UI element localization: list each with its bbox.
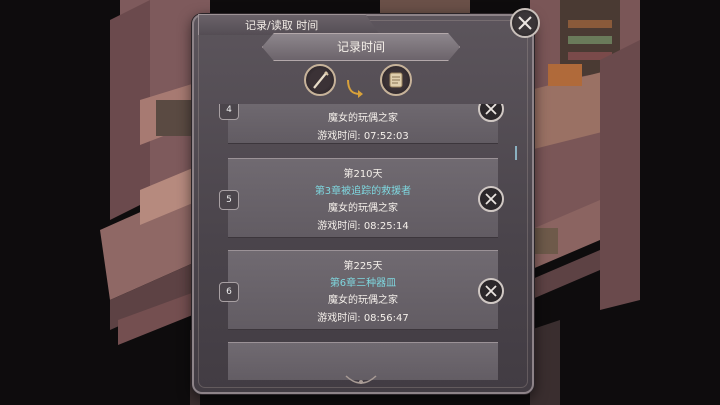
slot-number: 6 <box>219 282 239 302</box>
delete-slot-button[interactable] <box>478 104 504 122</box>
dialog-tab: 记录/读取 时间 <box>198 14 380 35</box>
load-mode-button[interactable] <box>380 64 412 96</box>
delete-slot-button[interactable] <box>478 278 504 304</box>
dialog-tab-title: 记录/读取 时间 <box>245 19 319 32</box>
save-slot-list[interactable]: 魔女的玩偶之家 游戏时间: 07:52:03 4 第210天 第3章被追踪的救援… <box>206 104 514 380</box>
delete-icon <box>485 193 497 205</box>
delete-icon <box>485 285 497 297</box>
quill-icon <box>313 71 329 89</box>
delete-slot-button[interactable] <box>478 186 504 212</box>
header-title: 记录时间 <box>336 40 385 54</box>
close-button[interactable] <box>510 8 540 38</box>
slot-chapter: 第6章三种器皿 <box>329 278 397 289</box>
scroll-icon <box>389 72 403 88</box>
close-icon <box>518 16 532 30</box>
save-slot[interactable]: 第210天 第3章被追踪的救援者 魔女的玩偶之家 游戏时间: 08:25:14 <box>228 158 498 238</box>
slot-location: 魔女的玩偶之家 <box>328 113 398 124</box>
slot-playtime: 游戏时间: 08:25:14 <box>317 221 409 232</box>
slot-location: 魔女的玩偶之家 <box>328 203 398 214</box>
slot-chapter: 第3章被追踪的救援者 <box>314 186 412 197</box>
slot-playtime: 游戏时间: 07:52:03 <box>317 131 409 142</box>
save-slot[interactable]: 第225天 第6章三种器皿 魔女的玩偶之家 游戏时间: 08:56:47 <box>228 250 498 330</box>
slot-location: 魔女的玩偶之家 <box>328 295 398 306</box>
curved-arrow-icon <box>347 79 363 98</box>
save-slot[interactable]: 魔女的玩偶之家 游戏时间: 07:52:03 <box>228 104 498 144</box>
slot-day: 第225天 <box>343 261 383 272</box>
slot-number: 5 <box>219 190 239 210</box>
slot-number: 4 <box>219 104 239 120</box>
ornament-icon <box>345 375 377 384</box>
delete-icon <box>485 104 497 115</box>
scrollbar-thumb[interactable] <box>515 146 517 160</box>
slot-day: 第210天 <box>343 169 383 180</box>
header-banner: 记录时间 <box>262 33 460 61</box>
slot-playtime: 游戏时间: 08:56:47 <box>317 313 409 324</box>
save-mode-button[interactable] <box>304 64 336 96</box>
